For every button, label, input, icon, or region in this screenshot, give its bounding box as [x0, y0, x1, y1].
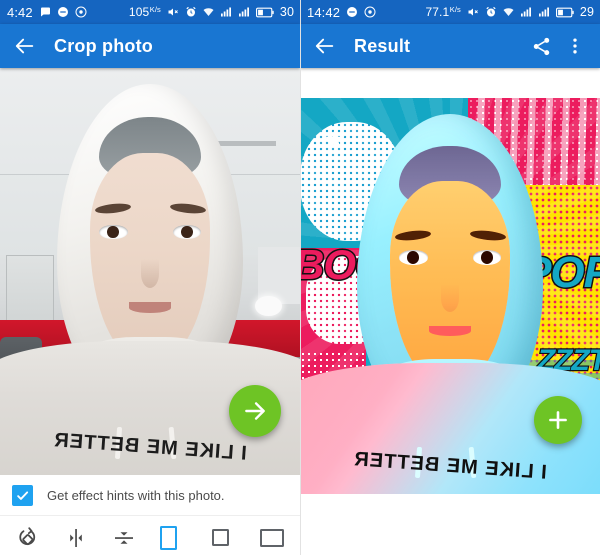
- mute-icon: [466, 6, 480, 18]
- panel-divider: [300, 0, 301, 555]
- signal-icon: [538, 6, 551, 18]
- app-bar-left: Crop photo: [0, 24, 300, 68]
- battery-icon: [555, 7, 574, 18]
- back-arrow-icon: [314, 35, 336, 57]
- effect-hints-checkbox[interactable]: [12, 484, 33, 506]
- left-phone-screen: 4:42 105 K/s 30 Crop photo I LIKE ME BET…: [0, 0, 300, 555]
- ratio-landscape-icon: [260, 528, 284, 547]
- ratio-portrait-button[interactable]: [146, 516, 190, 555]
- more-options-button[interactable]: [558, 29, 592, 63]
- rotate-tool-button[interactable]: [6, 516, 50, 555]
- message-icon: [39, 6, 51, 18]
- back-button[interactable]: [308, 29, 342, 63]
- overflow-menu-icon: [565, 36, 585, 56]
- plus-icon: [545, 407, 571, 433]
- share-icon: [531, 36, 552, 57]
- ratio-landscape-button[interactable]: [250, 516, 294, 555]
- do-not-disturb-icon: [57, 6, 69, 18]
- status-clock: 4:42: [7, 4, 33, 20]
- page-title: Result: [354, 35, 411, 56]
- record-icon: [75, 6, 87, 18]
- battery-percent: 29: [579, 5, 594, 19]
- alarm-icon: [185, 6, 197, 18]
- result-bottom-area: [300, 522, 600, 555]
- battery-icon: [255, 7, 274, 18]
- signal-icon: [238, 6, 251, 18]
- next-fab-button[interactable]: [229, 385, 281, 437]
- status-clock: 14:42: [307, 4, 341, 20]
- ratio-square-icon: [211, 529, 229, 546]
- record-icon: [364, 6, 376, 18]
- flip-horizontal-tool-button[interactable]: [54, 516, 98, 555]
- ratio-square-button[interactable]: [198, 516, 242, 555]
- app-bar-right: Result: [300, 24, 600, 68]
- back-button[interactable]: [8, 29, 42, 63]
- crop-toolbar: [0, 515, 300, 555]
- dual-screenshot: 4:42 105 K/s 30 Crop photo I LIKE ME BET…: [0, 0, 600, 555]
- check-icon: [15, 488, 30, 503]
- signal-icon: [520, 6, 533, 18]
- network-speed: 105 K/s: [128, 5, 161, 19]
- flip-horizontal-icon: [64, 526, 88, 550]
- ratio-portrait-icon: [159, 525, 177, 550]
- network-speed: 77.1 K/s: [425, 5, 461, 19]
- battery-percent: 30: [279, 5, 294, 19]
- crop-preview[interactable]: I LIKE ME BETTER: [0, 68, 300, 475]
- alarm-icon: [485, 6, 497, 18]
- rotate-icon: [16, 526, 40, 550]
- right-phone-screen: 14:42 77.1 K/s 29 Result O ZZZT I LIKE M…: [300, 0, 600, 555]
- arrow-right-icon: [242, 398, 268, 424]
- wifi-icon: [202, 6, 215, 18]
- status-bar-left: 4:42 105 K/s 30: [0, 0, 300, 24]
- result-preview[interactable]: BOOM POP ZZZT: [300, 68, 600, 494]
- wifi-icon: [502, 6, 515, 18]
- mute-icon: [166, 6, 180, 18]
- add-fab-button[interactable]: [534, 396, 582, 444]
- status-bar-right: 14:42 77.1 K/s 29: [300, 0, 600, 24]
- flip-vertical-icon: [112, 526, 136, 550]
- signal-icon: [220, 6, 233, 18]
- do-not-disturb-icon: [346, 6, 358, 18]
- page-title: Crop photo: [54, 35, 153, 56]
- effect-hints-row[interactable]: Get effect hints with this photo.: [0, 475, 300, 515]
- back-arrow-icon: [14, 35, 36, 57]
- share-button[interactable]: [524, 29, 558, 63]
- flip-vertical-tool-button[interactable]: [102, 516, 146, 555]
- effect-hints-label: Get effect hints with this photo.: [47, 487, 225, 503]
